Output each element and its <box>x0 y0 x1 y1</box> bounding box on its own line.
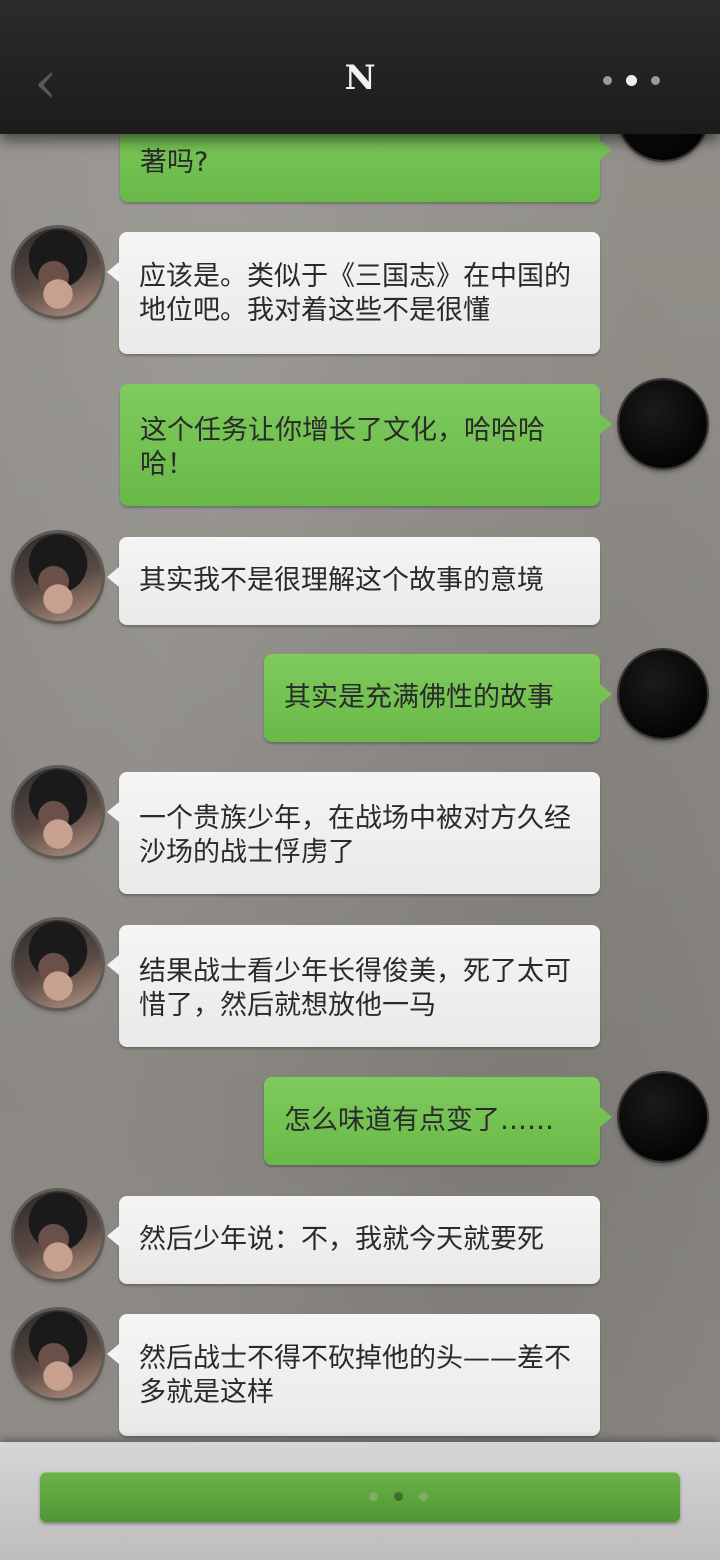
message-text: 然后战士不得不砍掉他的头——差不多就是这样 <box>139 1343 571 1408</box>
dot-icon <box>369 1492 378 1501</box>
contact-avatar[interactable] <box>14 228 102 316</box>
more-dots-icon[interactable] <box>603 75 660 88</box>
dot-icon <box>603 76 612 85</box>
contact-avatar[interactable] <box>14 533 102 621</box>
message-text: 著吗? <box>140 147 209 178</box>
contact-avatar[interactable] <box>14 1191 102 1279</box>
typing-dots-icon <box>369 1492 428 1501</box>
message-bubble-outgoing[interactable]: 怎么味道有点变了…… <box>264 1077 612 1165</box>
message-text: 其实我不是很理解这个故事的意境 <box>139 565 544 596</box>
message-text: 一个贵族少年，在战场中被对方久经沙场的战士俘虏了 <box>139 803 571 868</box>
top-bar: ‹ N <box>0 0 720 134</box>
message-bubble-outgoing[interactable]: 其实是充满佛性的故事 <box>264 654 612 742</box>
message-bubble-incoming[interactable]: 然后战士不得不砍掉他的头——差不多就是这样 <box>107 1314 600 1436</box>
message-text: 然后少年说：不，我就今天就要死 <box>139 1224 544 1255</box>
dot-icon <box>626 75 637 86</box>
contact-avatar[interactable] <box>14 1310 102 1398</box>
dot-icon <box>419 1492 428 1501</box>
message-text: 怎么味道有点变了…… <box>284 1105 554 1136</box>
my-avatar[interactable] <box>619 650 707 738</box>
reply-button[interactable] <box>40 1472 680 1522</box>
my-avatar[interactable] <box>619 1073 707 1161</box>
my-avatar[interactable] <box>619 380 707 468</box>
message-bubble-incoming[interactable]: 然后少年说：不，我就今天就要死 <box>107 1196 600 1284</box>
dot-icon <box>651 76 660 85</box>
message-text: 应该是。类似于《三国志》在中国的地位吧。我对着这些不是很懂 <box>139 261 571 326</box>
message-bubble-incoming[interactable]: 一个贵族少年，在战场中被对方久经沙场的战士俘虏了 <box>107 772 600 894</box>
bottom-bar <box>0 1442 720 1560</box>
message-text: 这个任务让你增长了文化，哈哈哈哈！ <box>140 415 545 480</box>
message-bubble-outgoing[interactable]: 这个任务让你增长了文化，哈哈哈哈！ <box>120 384 612 506</box>
message-bubble-incoming[interactable]: 其实我不是很理解这个故事的意境 <box>107 537 600 625</box>
message-bubble-incoming[interactable]: 结果战士看少年长得俊美，死了太可惜了，然后就想放他一马 <box>107 925 600 1047</box>
contact-avatar[interactable] <box>14 768 102 856</box>
message-text: 结果战士看少年长得俊美，死了太可惜了，然后就想放他一马 <box>139 956 571 1021</box>
contact-avatar[interactable] <box>14 920 102 1008</box>
message-bubble-incoming[interactable]: 应该是。类似于《三国志》在中国的地位吧。我对着这些不是很懂 <box>107 232 600 354</box>
dot-icon <box>394 1492 403 1501</box>
message-text: 其实是充满佛性的故事 <box>284 682 554 713</box>
